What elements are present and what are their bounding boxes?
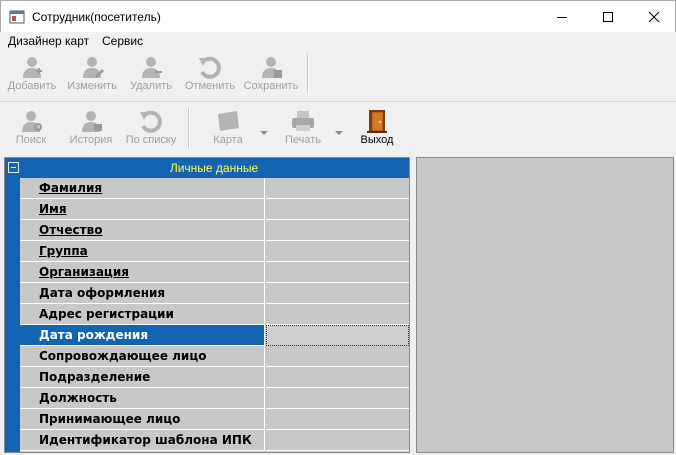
person-edit-icon (79, 54, 105, 80)
grid-gutter (5, 178, 20, 452)
exit-button[interactable]: Выход (353, 104, 401, 154)
grid-row[interactable]: Дата оформления (20, 283, 409, 304)
field-label: Имя (20, 199, 265, 220)
delete-label: Удалить (130, 80, 172, 92)
printer-icon (290, 108, 316, 134)
grid-row[interactable]: Отчество (20, 220, 409, 241)
print-dropdown-icon[interactable] (334, 128, 344, 138)
search-button[interactable]: Поиск (6, 104, 56, 154)
field-label: Идентификатор шаблона ИПК (20, 430, 265, 451)
field-label: Фамилия (20, 178, 265, 199)
person-search-icon (18, 108, 44, 134)
menu-bar: Дизайнер карт Сервис (0, 32, 676, 50)
field-value[interactable] (266, 346, 409, 367)
field-label: Принимающее лицо (20, 409, 265, 430)
menu-card-designer[interactable]: Дизайнер карт (8, 34, 89, 48)
minimize-icon (557, 16, 567, 18)
field-label: Дата оформления (20, 283, 265, 304)
app-window-icon (9, 9, 25, 25)
photo-panel (416, 157, 674, 453)
field-label: Дата рождения (20, 325, 265, 346)
by-list-button[interactable]: По списку (121, 104, 181, 154)
grid-row[interactable]: Принимающее лицо (20, 409, 409, 430)
field-label: Отчество (20, 220, 265, 241)
grid-rows: Фамилия Имя Отчество Группа Организация Дата … (20, 178, 409, 451)
maximize-button[interactable] (585, 1, 631, 32)
person-delete-icon (138, 54, 164, 80)
grid-row[interactable]: Дата рождения (20, 325, 409, 346)
edit-button[interactable]: Изменить (63, 50, 121, 100)
grid-row[interactable]: Организация (20, 262, 409, 283)
person-add-icon (19, 54, 45, 80)
field-value[interactable] (266, 325, 409, 346)
actions-toolbar: Поиск История По списку Карта Печать Вых… (0, 104, 676, 156)
toolbar-separator (188, 108, 190, 148)
field-value[interactable] (266, 199, 409, 220)
grid-row[interactable]: Идентификатор шаблона ИПК (20, 430, 409, 451)
menu-service[interactable]: Сервис (102, 34, 143, 48)
personal-data-grid: Личные данные Фамилия Имя Отчество Группа Ор… (4, 157, 410, 453)
grid-row[interactable]: Сопровождающее лицо (20, 346, 409, 367)
maximize-icon (603, 11, 613, 22)
field-value[interactable] (266, 241, 409, 262)
field-value[interactable] (266, 262, 409, 283)
undo-label: Отменить (184, 80, 236, 92)
field-label: Подразделение (20, 367, 265, 388)
list-refresh-icon (138, 108, 164, 134)
history-label: История (69, 134, 113, 146)
field-value[interactable] (266, 304, 409, 325)
collapse-toggle-icon[interactable] (8, 162, 19, 173)
field-value[interactable] (266, 367, 409, 388)
field-label: Должность (20, 388, 265, 409)
field-value[interactable] (266, 178, 409, 199)
minimize-button[interactable] (539, 1, 585, 32)
person-history-icon (78, 108, 104, 134)
person-save-icon (258, 54, 284, 80)
grid-row[interactable]: Должность (20, 388, 409, 409)
exit-door-icon (364, 108, 390, 134)
search-label: Поиск (15, 134, 47, 146)
print-button[interactable]: Печать (278, 104, 328, 154)
card-button[interactable]: Карта (203, 104, 253, 154)
grid-row[interactable]: Адрес регистрации (20, 304, 409, 325)
field-value[interactable] (266, 283, 409, 304)
field-label: Сопровождающее лицо (20, 346, 265, 367)
save-button[interactable]: Сохранить (242, 50, 300, 100)
field-value[interactable] (266, 388, 409, 409)
save-label: Сохранить (243, 80, 299, 92)
grid-row[interactable]: Имя (20, 199, 409, 220)
field-label: Группа (20, 241, 265, 262)
history-button[interactable]: История (64, 104, 118, 154)
card-dropdown-icon[interactable] (259, 128, 269, 138)
undo-icon (197, 54, 223, 80)
edit-toolbar: Добавить Изменить Удалить Отменить Сохра… (0, 50, 676, 102)
edit-label: Изменить (67, 80, 117, 92)
grid-header-title: Личные данные (169, 161, 259, 175)
exit-label: Выход (360, 134, 394, 146)
toolbar-separator (307, 54, 309, 94)
delete-button[interactable]: Удалить (124, 50, 178, 100)
undo-button[interactable]: Отменить (181, 50, 239, 100)
grid-row[interactable]: Подразделение (20, 367, 409, 388)
close-icon (648, 11, 660, 22)
card-icon (215, 108, 241, 134)
grid-header: Личные данные (5, 158, 409, 178)
window-title: Сотрудник(посетитель) (32, 10, 161, 24)
field-value[interactable] (266, 430, 409, 451)
add-button[interactable]: Добавить (4, 50, 60, 100)
by-list-label: По списку (125, 134, 177, 146)
field-value[interactable] (266, 220, 409, 241)
print-label: Печать (284, 134, 322, 146)
grid-row[interactable]: Группа (20, 241, 409, 262)
add-label: Добавить (7, 80, 57, 92)
title-bar: Сотрудник(посетитель) (0, 0, 676, 32)
field-label: Адрес регистрации (20, 304, 265, 325)
grid-row[interactable]: Фамилия (20, 178, 409, 199)
field-value[interactable] (266, 409, 409, 430)
field-label: Организация (20, 262, 265, 283)
close-button[interactable] (631, 1, 676, 32)
card-label: Карта (213, 134, 243, 146)
